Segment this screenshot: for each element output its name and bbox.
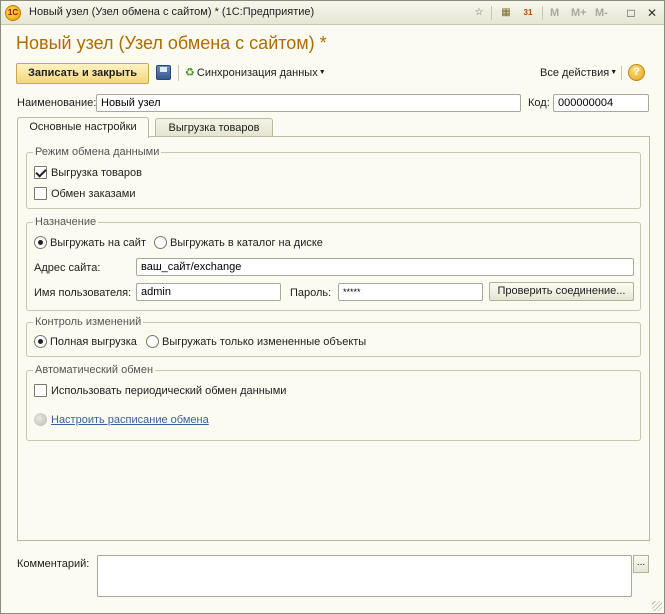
calculator-icon[interactable]: ▦ <box>498 5 514 21</box>
chevron-down-icon: ▼ <box>610 69 618 76</box>
tab-panel-main-settings: Режим обмена данными Выгрузка товаров Об… <box>17 136 650 541</box>
window-title: Новый узел (Узел обмена с сайтом) * (1С:… <box>29 6 315 18</box>
save-and-close-button[interactable]: Записать и закрыть <box>16 63 149 84</box>
sync-data-label: Синхронизация данных <box>196 67 318 79</box>
exchange-mode-title: Режим обмена данными <box>33 145 162 159</box>
full-export-label[interactable]: Полная выгрузка <box>50 335 137 349</box>
full-export-radio[interactable] <box>34 335 47 348</box>
order-exchange-checkbox[interactable] <box>34 187 47 200</box>
all-actions-button[interactable]: Все действия▼ <box>540 66 617 80</box>
memory-m-minus-button[interactable]: M- <box>595 5 608 21</box>
changed-only-label[interactable]: Выгружать только измененные объекты <box>162 335 366 349</box>
commandbar-separator <box>621 66 622 80</box>
schedule-icon <box>34 413 47 426</box>
auto-exchange-title: Автоматический обмен <box>33 363 156 377</box>
1c-app-icon[interactable]: 1С <box>5 5 21 21</box>
password-label: Пароль: <box>290 287 332 299</box>
site-address-label: Адрес сайта: <box>34 262 101 274</box>
site-address-input[interactable]: ваш_сайт/exchange <box>136 258 634 276</box>
destination-group: Назначение Выгружать на сайт Выгружать в… <box>26 215 641 311</box>
close-icon[interactable]: ✕ <box>644 5 660 21</box>
auto-exchange-group: Автоматический обмен Использовать период… <box>26 363 641 441</box>
periodic-exchange-checkbox[interactable] <box>34 384 47 397</box>
export-to-disk-label[interactable]: Выгружать в каталог на диске <box>170 236 323 250</box>
chevron-down-icon: ▼ <box>318 69 326 76</box>
order-exchange-label[interactable]: Обмен заказами <box>51 187 136 201</box>
form-window: 1С Новый узел (Узел обмена с сайтом) * (… <box>0 0 665 614</box>
export-goods-checkbox[interactable] <box>34 166 47 179</box>
export-to-site-label[interactable]: Выгружать на сайт <box>50 236 146 250</box>
memory-m-button[interactable]: M <box>550 5 559 21</box>
tab-goods-export[interactable]: Выгрузка товаров <box>155 118 273 138</box>
exchange-mode-group: Режим обмена данными Выгрузка товаров Об… <box>26 145 641 209</box>
form-title: Новый узел (Узел обмена с сайтом) * <box>16 33 327 53</box>
export-to-site-radio[interactable] <box>34 236 47 249</box>
help-button[interactable]: ? <box>628 64 645 81</box>
configure-schedule-link[interactable]: Настроить расписание обмена <box>51 413 209 427</box>
name-input[interactable]: Новый узел <box>96 94 521 112</box>
tab-main-settings[interactable]: Основные настройки <box>17 117 149 138</box>
password-input[interactable]: ***** <box>338 283 483 301</box>
titlebar-separator <box>491 6 492 20</box>
code-input[interactable]: 000000004 <box>553 94 649 112</box>
titlebar: 1С Новый узел (Узел обмена с сайтом) * (… <box>1 1 664 25</box>
comment-label: Комментарий: <box>17 558 90 570</box>
username-input[interactable]: admin <box>136 283 281 301</box>
export-goods-label[interactable]: Выгрузка товаров <box>51 166 142 180</box>
sync-data-button[interactable]: ♻ Синхронизация данных▼ <box>185 66 326 82</box>
calendar-icon[interactable]: 31 <box>520 5 536 21</box>
export-to-disk-radio[interactable] <box>154 236 167 249</box>
comment-open-button[interactable]: ... <box>633 555 649 573</box>
all-actions-label: Все действия <box>540 67 610 79</box>
change-control-group: Контроль изменений Полная выгрузка Выгру… <box>26 315 641 357</box>
sync-icon: ♻ <box>185 67 195 79</box>
commandbar-separator <box>178 65 179 81</box>
changed-only-radio[interactable] <box>146 335 159 348</box>
username-label: Имя пользователя: <box>34 287 132 299</box>
favorite-star-icon[interactable]: ☆ <box>471 5 487 21</box>
memory-m-plus-button[interactable]: M+ <box>571 5 587 21</box>
code-label: Код: <box>528 97 550 109</box>
periodic-exchange-label[interactable]: Использовать периодический обмен данными <box>51 384 286 398</box>
name-label: Наименование: <box>17 97 97 109</box>
maximize-icon[interactable]: □ <box>623 5 639 21</box>
change-control-title: Контроль изменений <box>33 315 144 329</box>
save-icon[interactable] <box>156 65 171 80</box>
titlebar-separator <box>542 6 543 20</box>
check-connection-button[interactable]: Проверить соединение... <box>489 282 634 301</box>
resize-grip-icon[interactable] <box>652 601 662 611</box>
destination-title: Назначение <box>33 215 99 229</box>
comment-textarea[interactable] <box>97 555 632 597</box>
